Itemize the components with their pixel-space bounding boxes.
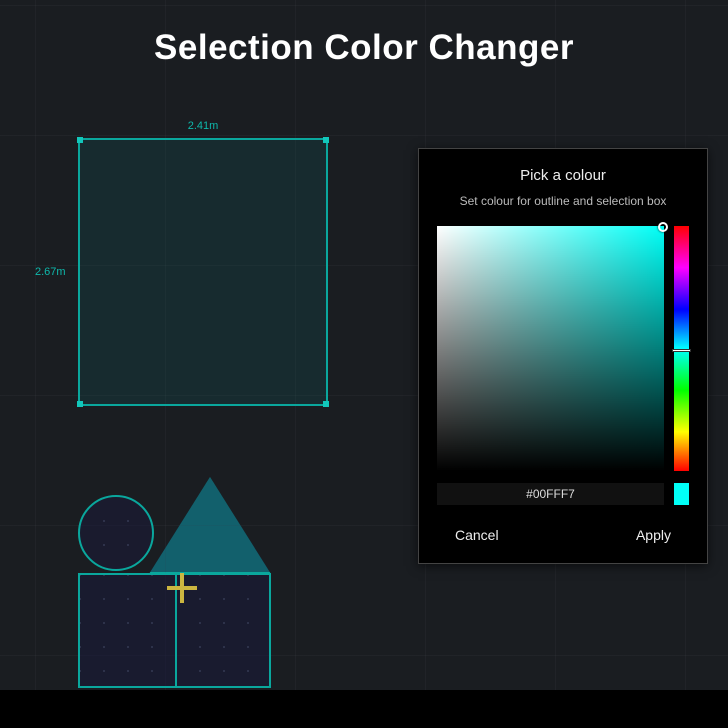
color-picker-description: Set colour for outline and selection box (437, 194, 689, 208)
shape-triangle[interactable] (150, 477, 270, 572)
sv-black-gradient (437, 226, 664, 471)
apply-button[interactable]: Apply (628, 523, 679, 547)
selection-handle-tr[interactable] (323, 137, 329, 143)
cancel-button[interactable]: Cancel (447, 523, 507, 547)
hue-cursor-icon[interactable] (672, 349, 691, 352)
selection-handle-tl[interactable] (77, 137, 83, 143)
selection-handle-br[interactable] (323, 401, 329, 407)
color-picker-title: Pick a colour (437, 167, 689, 184)
cursor-crosshair-icon (167, 573, 197, 603)
color-swatch (674, 483, 689, 505)
hex-input[interactable] (437, 483, 664, 505)
hue-slider[interactable] (674, 226, 689, 471)
shape-grid-icon (80, 497, 152, 569)
dimension-width-label: 2.41m (80, 120, 326, 132)
selection-handle-bl[interactable] (77, 401, 83, 407)
shape-circle[interactable] (78, 495, 154, 571)
dimension-height-label: 2.67m (35, 266, 66, 278)
bottom-bar (0, 690, 728, 728)
color-saturation-value-field[interactable] (437, 226, 664, 471)
selection-box[interactable]: 2.41m 2.67m (78, 138, 328, 406)
sv-cursor-icon[interactable] (658, 222, 668, 232)
color-picker-panel: Pick a colour Set colour for outline and… (418, 148, 708, 564)
